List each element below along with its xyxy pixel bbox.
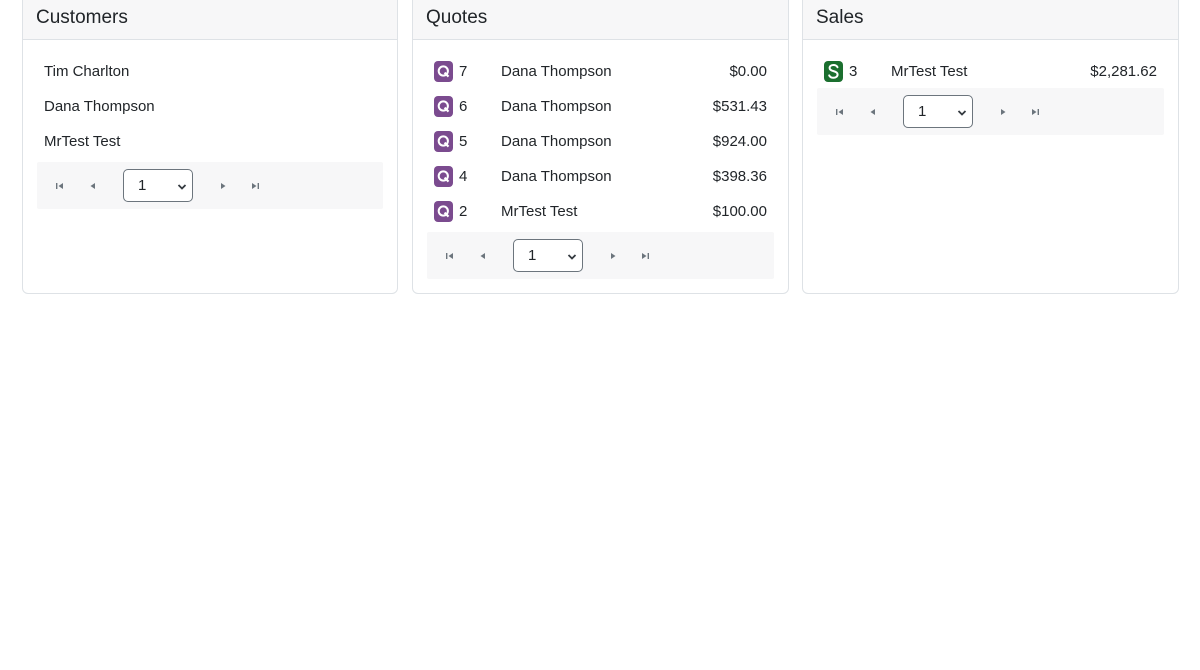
- customers-card: Customers Tim Charlton Dana Thompson MrT…: [22, 0, 398, 294]
- customers-pager: 1: [37, 162, 383, 209]
- quotes-card: Quotes 7 Dana Thompson $0.00 6 Dana Thom…: [412, 0, 789, 294]
- page-select[interactable]: 1: [513, 239, 583, 272]
- first-page-icon[interactable]: [51, 177, 69, 195]
- quote-number: 4: [459, 168, 468, 185]
- chevron-down-icon: [177, 184, 187, 190]
- sales-title: Sales: [803, 0, 1178, 40]
- first-page-icon[interactable]: [441, 247, 459, 265]
- last-page-icon[interactable]: [246, 177, 264, 195]
- quotes-pager: 1: [427, 232, 774, 279]
- chevron-down-icon: [567, 254, 577, 260]
- q-badge-icon: [434, 201, 453, 222]
- customer-name: Dana Thompson: [44, 98, 155, 115]
- list-item[interactable]: 6 Dana Thompson $531.43: [427, 89, 774, 124]
- previous-page-icon[interactable]: [864, 103, 882, 121]
- quote-number: 2: [459, 203, 468, 220]
- quote-number: 5: [459, 133, 468, 150]
- list-item[interactable]: MrTest Test: [37, 124, 383, 159]
- sales-list: 3 MrTest Test $2,281.62 1: [803, 40, 1178, 135]
- quote-customer: Dana Thompson: [501, 168, 612, 185]
- customers-title: Customers: [23, 0, 397, 40]
- next-page-icon[interactable]: [994, 103, 1012, 121]
- page-select-value: 1: [918, 103, 927, 120]
- sales-card: Sales 3 MrTest Test $2,281.62 1: [802, 0, 1179, 294]
- customers-list: Tim Charlton Dana Thompson MrTest Test 1: [23, 40, 397, 209]
- previous-page-icon[interactable]: [84, 177, 102, 195]
- last-page-icon[interactable]: [1026, 103, 1044, 121]
- next-page-icon[interactable]: [214, 177, 232, 195]
- quotes-list: 7 Dana Thompson $0.00 6 Dana Thompson $5…: [413, 40, 788, 279]
- list-item[interactable]: 7 Dana Thompson $0.00: [427, 54, 774, 89]
- first-page-icon[interactable]: [831, 103, 849, 121]
- quote-amount: $531.43: [712, 98, 767, 115]
- quote-customer: Dana Thompson: [501, 98, 612, 115]
- sales-pager: 1: [817, 88, 1164, 135]
- quote-amount: $924.00: [712, 133, 767, 150]
- page-select-value: 1: [138, 177, 147, 194]
- list-item[interactable]: 3 MrTest Test $2,281.62: [817, 54, 1164, 89]
- list-item[interactable]: 2 MrTest Test $100.00: [427, 194, 774, 229]
- last-page-icon[interactable]: [636, 247, 654, 265]
- quote-amount: $398.36: [712, 168, 767, 185]
- page-select-value: 1: [528, 247, 537, 264]
- previous-page-icon[interactable]: [474, 247, 492, 265]
- q-badge-icon: [434, 96, 453, 117]
- quote-number: 7: [459, 63, 468, 80]
- page-select[interactable]: 1: [903, 95, 973, 128]
- list-item[interactable]: Tim Charlton: [37, 54, 383, 89]
- chevron-down-icon: [957, 110, 967, 116]
- quote-amount: $100.00: [712, 203, 767, 220]
- quote-amount: $0.00: [729, 63, 767, 80]
- q-badge-icon: [434, 61, 453, 82]
- quote-customer: Dana Thompson: [501, 63, 612, 80]
- list-item[interactable]: Dana Thompson: [37, 89, 383, 124]
- quote-number: 6: [459, 98, 468, 115]
- sale-number: 3: [849, 63, 858, 80]
- quote-customer: MrTest Test: [501, 203, 578, 220]
- sale-customer: MrTest Test: [891, 63, 968, 80]
- quotes-title: Quotes: [413, 0, 788, 40]
- list-item[interactable]: 5 Dana Thompson $924.00: [427, 124, 774, 159]
- customer-name: Tim Charlton: [44, 63, 130, 80]
- customer-name: MrTest Test: [44, 133, 121, 150]
- list-item[interactable]: 4 Dana Thompson $398.36: [427, 159, 774, 194]
- quote-customer: Dana Thompson: [501, 133, 612, 150]
- sale-amount: $2,281.62: [1090, 63, 1157, 80]
- q-badge-icon: [434, 131, 453, 152]
- page-select[interactable]: 1: [123, 169, 193, 202]
- q-badge-icon: [434, 166, 453, 187]
- next-page-icon[interactable]: [604, 247, 622, 265]
- s-badge-icon: [824, 61, 843, 82]
